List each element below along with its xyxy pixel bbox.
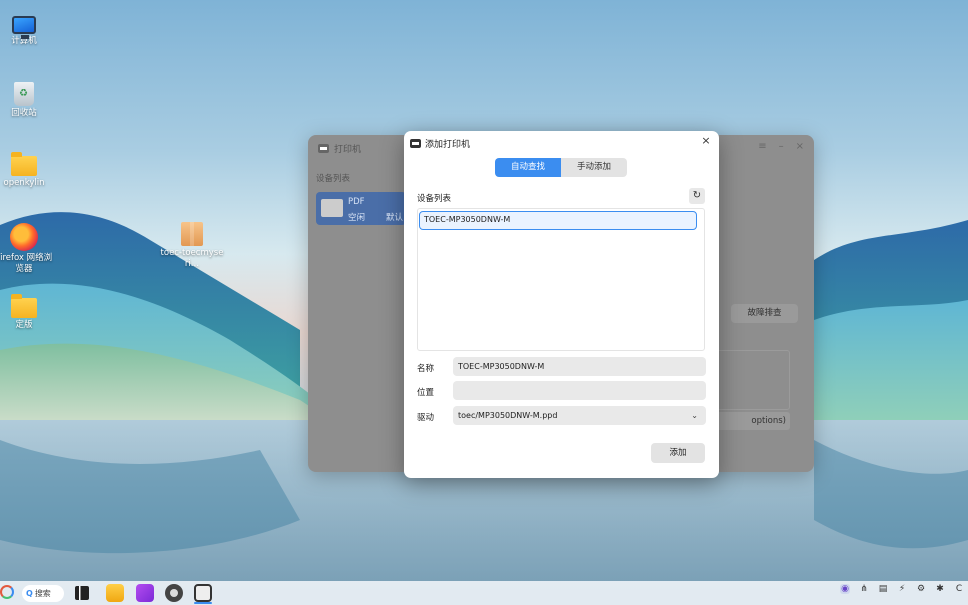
add-button[interactable]: 添加 <box>651 443 705 463</box>
power-icon[interactable]: ⚡ <box>897 584 907 594</box>
name-label: 名称 <box>417 364 435 374</box>
settings-icon[interactable] <box>165 584 183 602</box>
device-status: 空闲 <box>348 213 366 223</box>
multitask-view-icon[interactable] <box>75 586 89 600</box>
window-title-bar: 打印机 <box>318 142 361 155</box>
driver-label: 驱动 <box>417 413 435 423</box>
options-button[interactable]: options) <box>710 412 790 430</box>
device-list-label: 设备列表 <box>316 174 351 184</box>
trash-icon <box>14 82 34 106</box>
desktop-icon-toec-package[interactable]: toec-toecmyseri… <box>160 222 224 270</box>
mode-tabs: 自动查找 手动添加 <box>495 158 627 177</box>
tray-app-icon[interactable]: ◉ <box>840 584 850 594</box>
location-field[interactable] <box>453 381 706 400</box>
desktop-icon-label: openkylin <box>3 178 45 188</box>
start-menu-icon[interactable] <box>0 585 14 599</box>
printer-icon <box>410 139 421 148</box>
folder-icon <box>11 294 37 318</box>
desktop-icon-label: toec-toecmyseri… <box>160 248 224 269</box>
device-list-label: 设备列表 <box>417 194 452 204</box>
device-default: 默认 <box>386 213 404 223</box>
menu-icon[interactable]: ≡ <box>758 141 766 152</box>
network-icon[interactable]: ⋔ <box>859 584 869 594</box>
list-item[interactable]: TOEC-MP3050DNW-M <box>419 211 697 230</box>
search-icon: Q <box>26 589 33 598</box>
driver-select[interactable]: toec/MP3050DNW-M.ppd ⌄ <box>453 406 706 425</box>
tab-auto-search[interactable]: 自动查找 <box>495 158 561 177</box>
refresh-icon[interactable]: ↻ <box>689 188 705 204</box>
desktop-icon-label: Firefox 网络浏览器 <box>0 253 53 274</box>
dialog-title: 添加打印机 <box>425 140 471 150</box>
desktop-icon-trash[interactable]: 回收站 <box>0 82 54 119</box>
add-printer-dialog: 添加打印机 × 自动查找 手动添加 设备列表 ↻ TOEC-MP3050DNW-… <box>404 131 719 478</box>
device-name: PDF <box>348 197 365 207</box>
computer-icon <box>12 16 36 39</box>
desktop-icon-computer[interactable]: 计算机 <box>0 12 54 47</box>
desktop-icon-openkylin[interactable]: openkylin <box>0 150 54 189</box>
software-store-icon[interactable] <box>136 584 154 602</box>
system-tray: ◉ ⋔ ▤ ⚡ ⚙ ✱ C <box>840 584 968 594</box>
desktop-icon-dingban[interactable]: 定版 <box>0 292 54 331</box>
window-controls: ≡ – × <box>758 141 804 152</box>
dialog-title-bar: 添加打印机 <box>410 137 470 150</box>
window-title: 打印机 <box>334 145 362 155</box>
folder-icon <box>11 152 37 176</box>
firefox-icon <box>10 223 38 251</box>
device-item-pdf[interactable]: PDF 空闲 默认 <box>316 192 406 225</box>
driver-value: toec/MP3050DNW-M.ppd <box>458 411 558 420</box>
desktop-icon-firefox[interactable]: Firefox 网络浏览器 <box>0 223 54 275</box>
search-box[interactable]: Q 搜索 <box>22 585 64 602</box>
printer-icon <box>321 199 343 217</box>
chevron-down-icon: ⌄ <box>691 411 698 420</box>
tray-settings-icon[interactable]: ⚙ <box>916 584 926 594</box>
device-list[interactable]: TOEC-MP3050DNW-M <box>417 208 705 351</box>
taskbar: Q 搜索 ◉ ⋔ ▤ ⚡ ⚙ ✱ C <box>0 581 968 605</box>
name-field[interactable]: TOEC-MP3050DNW-M <box>453 357 706 376</box>
location-label: 位置 <box>417 388 435 398</box>
minimize-icon[interactable]: – <box>779 141 784 152</box>
file-manager-icon[interactable] <box>106 584 124 602</box>
desktop-icon-label: 定版 <box>15 320 33 330</box>
desktop-icon-label: 回收站 <box>11 108 37 118</box>
options-panel <box>710 350 790 410</box>
printer-app-icon[interactable] <box>194 584 212 602</box>
printer-icon <box>318 144 329 153</box>
package-icon <box>181 222 203 246</box>
tab-manual-add[interactable]: 手动添加 <box>561 158 627 177</box>
bluetooth-icon[interactable]: ✱ <box>935 584 945 594</box>
close-icon[interactable]: × <box>796 141 804 152</box>
keyboard-icon[interactable]: ▤ <box>878 584 888 594</box>
close-icon[interactable]: × <box>699 134 713 148</box>
active-app-indicator <box>194 602 212 604</box>
search-label: 搜索 <box>34 589 51 598</box>
troubleshoot-button[interactable]: 故障排查 <box>731 304 798 323</box>
clock-icon[interactable]: C <box>954 584 964 594</box>
